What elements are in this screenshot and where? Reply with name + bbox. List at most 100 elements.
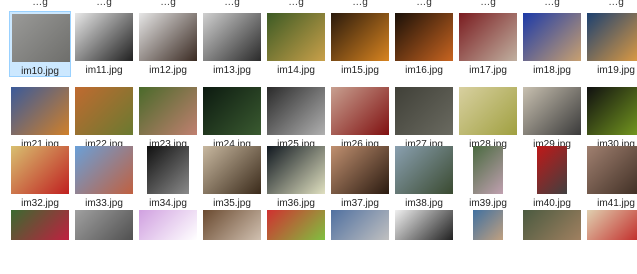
image-thumbnail[interactable] [395, 210, 453, 240]
file-item[interactable] [201, 208, 263, 274]
image-thumbnail[interactable] [459, 87, 517, 135]
file-item[interactable]: im36.jpg [265, 144, 327, 210]
file-item[interactable]: im28.jpg [457, 85, 519, 151]
file-item[interactable]: im38.jpg [393, 144, 455, 210]
image-thumbnail[interactable] [331, 87, 389, 135]
image-thumbnail[interactable] [203, 146, 261, 194]
image-thumbnail[interactable] [523, 13, 581, 61]
image-thumbnail[interactable] [12, 14, 70, 62]
file-item[interactable]: im22.jpg [73, 85, 135, 151]
file-item[interactable] [329, 208, 391, 274]
image-thumbnail[interactable] [395, 146, 453, 194]
image-thumbnail[interactable] [139, 210, 197, 240]
file-item[interactable]: im13.jpg [201, 11, 263, 77]
file-item[interactable]: im19.jpg [585, 11, 637, 77]
image-thumbnail[interactable] [537, 146, 567, 194]
file-item[interactable]: im17.jpg [457, 11, 519, 77]
image-thumbnail[interactable] [395, 13, 453, 61]
file-name-label: im11.jpg [85, 65, 123, 76]
image-thumbnail[interactable] [75, 87, 133, 135]
file-item[interactable] [73, 208, 135, 274]
file-item[interactable]: im15.jpg [329, 11, 391, 77]
image-thumbnail[interactable] [395, 87, 453, 135]
image-thumbnail[interactable] [523, 210, 581, 240]
file-name-label: im17.jpg [469, 65, 507, 76]
image-thumbnail[interactable] [331, 13, 389, 61]
cutoff-file-label: …g [608, 0, 624, 8]
file-item[interactable] [393, 208, 455, 274]
image-thumbnail[interactable] [203, 13, 261, 61]
image-thumbnail[interactable] [267, 146, 325, 194]
file-name-label: im19.jpg [597, 65, 635, 76]
cutoff-file-label: …g [160, 0, 176, 8]
file-item[interactable]: im27.jpg [393, 85, 455, 151]
file-item[interactable]: im40.jpg [521, 144, 583, 210]
file-name-label: im16.jpg [405, 65, 443, 76]
file-item[interactable]: im33.jpg [73, 144, 135, 210]
image-thumbnail[interactable] [139, 13, 197, 61]
file-item[interactable]: im21.jpg [9, 85, 71, 151]
file-item[interactable]: im25.jpg [265, 85, 327, 151]
image-thumbnail[interactable] [587, 87, 637, 135]
image-thumbnail[interactable] [473, 210, 503, 240]
image-thumbnail[interactable] [331, 146, 389, 194]
cutoff-file-label: …g [352, 0, 368, 8]
file-item[interactable] [521, 208, 583, 274]
file-item[interactable]: im37.jpg [329, 144, 391, 210]
image-thumbnail[interactable] [75, 146, 133, 194]
file-item[interactable]: im23.jpg [137, 85, 199, 151]
image-thumbnail[interactable] [267, 13, 325, 61]
image-thumbnail[interactable] [75, 210, 133, 240]
image-thumbnail[interactable] [203, 210, 261, 240]
file-item[interactable]: im35.jpg [201, 144, 263, 210]
file-item[interactable]: im26.jpg [329, 85, 391, 151]
file-item[interactable]: im39.jpg [457, 144, 519, 210]
image-thumbnail[interactable] [11, 146, 69, 194]
image-thumbnail[interactable] [11, 210, 69, 240]
image-thumbnail[interactable] [11, 87, 69, 135]
image-thumbnail[interactable] [587, 13, 637, 61]
file-item[interactable]: im24.jpg [201, 85, 263, 151]
image-thumbnail[interactable] [267, 87, 325, 135]
file-item[interactable]: im11.jpg [73, 11, 135, 77]
cutoff-file-label: …g [224, 0, 240, 8]
image-thumbnail[interactable] [75, 13, 133, 61]
cutoff-file-label: …g [544, 0, 560, 8]
cutoff-file-label: …g [288, 0, 304, 8]
file-item[interactable]: im18.jpg [521, 11, 583, 77]
image-thumbnail[interactable] [203, 87, 261, 135]
image-thumbnail[interactable] [473, 146, 503, 194]
image-thumbnail[interactable] [139, 87, 197, 135]
cutoff-file-label: …g [96, 0, 112, 8]
image-thumbnail[interactable] [587, 146, 637, 194]
image-thumbnail[interactable] [267, 210, 325, 240]
file-item[interactable] [457, 208, 519, 274]
file-name-label: im14.jpg [277, 65, 315, 76]
file-item[interactable]: im12.jpg [137, 11, 199, 77]
image-thumbnail[interactable] [459, 13, 517, 61]
file-item[interactable]: im34.jpg [137, 144, 199, 210]
file-item[interactable]: im14.jpg [265, 11, 327, 77]
file-name-label: im18.jpg [533, 65, 571, 76]
file-item[interactable]: im16.jpg [393, 11, 455, 77]
file-item[interactable]: im41.jpg [585, 144, 637, 210]
file-item[interactable]: im29.jpg [521, 85, 583, 151]
cutoff-file-label: …g [480, 0, 496, 8]
image-thumbnail[interactable] [587, 210, 637, 240]
image-thumbnail[interactable] [331, 210, 389, 240]
file-item[interactable] [9, 208, 71, 274]
image-thumbnail[interactable] [523, 87, 581, 135]
cutoff-file-label: …g [416, 0, 432, 8]
file-item[interactable]: im32.jpg [9, 144, 71, 210]
file-item[interactable] [137, 208, 199, 274]
file-item[interactable]: im30.jpg [585, 85, 637, 151]
file-name-label: im13.jpg [213, 65, 251, 76]
file-item[interactable] [265, 208, 327, 274]
file-name-label: im12.jpg [149, 65, 187, 76]
cutoff-file-label: …g [32, 0, 48, 8]
file-item[interactable] [585, 208, 637, 274]
image-thumbnail[interactable] [147, 146, 189, 194]
file-name-label: im10.jpg [21, 66, 59, 77]
file-name-label: im15.jpg [341, 65, 379, 76]
file-item[interactable]: im10.jpg [9, 11, 71, 77]
